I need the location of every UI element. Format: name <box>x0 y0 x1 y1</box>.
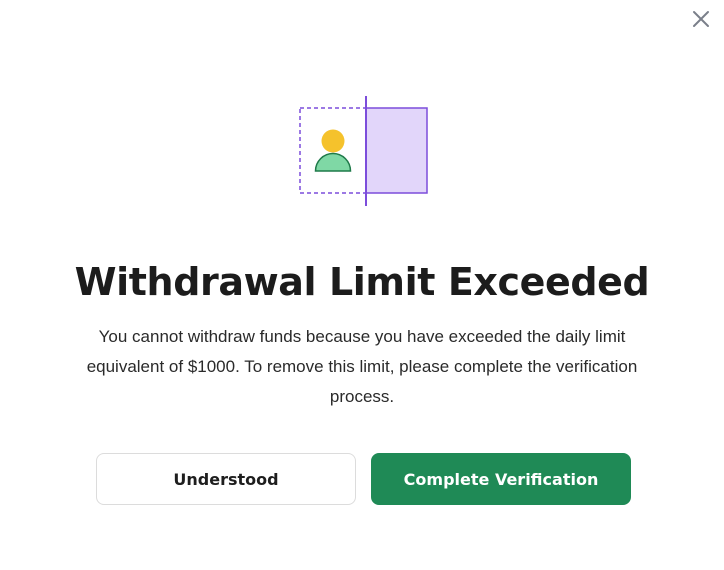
close-button[interactable] <box>688 6 714 32</box>
complete-verification-button[interactable]: Complete Verification <box>371 453 631 505</box>
user-verification-illustration <box>299 96 428 206</box>
modal-title: Withdrawal Limit Exceeded <box>74 260 650 304</box>
close-icon <box>693 11 709 27</box>
understood-button[interactable]: Understood <box>96 453 356 505</box>
withdrawal-limit-modal: Withdrawal Limit Exceeded You cannot wit… <box>0 0 724 570</box>
modal-description: You cannot withdraw funds because you ha… <box>86 327 638 406</box>
